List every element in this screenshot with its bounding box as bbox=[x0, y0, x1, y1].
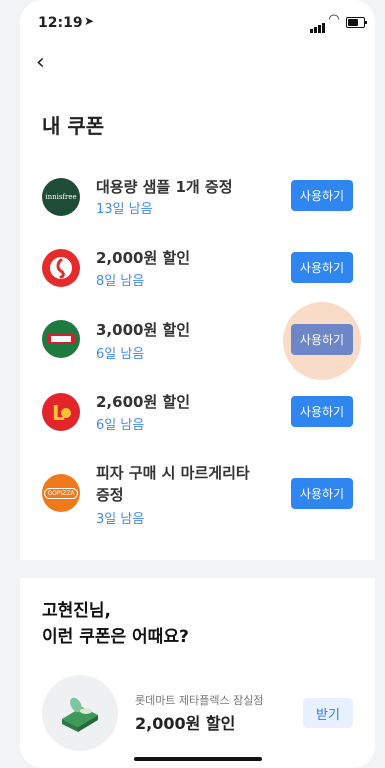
gopizza-logo: GOPIZZA bbox=[42, 474, 80, 512]
location-arrow-icon: ➤ bbox=[84, 14, 95, 28]
coupon-expiry: 8일 남음 bbox=[96, 274, 145, 289]
phone-screen: 12:19 ➤ ◠ ‹ 내 쿠폰 innisfree 대용량 샘플 1개 증정 … bbox=[20, 0, 375, 768]
recommend-heading: 고현진님, 이런 쿠폰은 어때요? bbox=[42, 598, 189, 650]
coupon-item[interactable]: innisfree 대용량 샘플 1개 증정 13일 남음 사용하기 bbox=[20, 170, 375, 234]
recommend-store: 롯데마트 제타플렉스 잠실점 bbox=[135, 694, 264, 707]
signal-icon bbox=[310, 17, 326, 33]
status-time: 12:19 bbox=[38, 15, 83, 31]
coupon-item[interactable]: 3,000원 할인 6일 남음 사용하기 bbox=[20, 318, 375, 382]
coupon-title: 2,000원 할인 bbox=[96, 249, 191, 267]
coupon-title: 2,600원 할인 bbox=[96, 393, 191, 411]
coupon-expiry: 6일 남음 bbox=[96, 418, 145, 433]
use-coupon-button[interactable]: 사용하기 bbox=[291, 324, 353, 355]
status-bar: 12:19 ➤ ◠ bbox=[20, 0, 375, 44]
innisfree-logo: innisfree bbox=[42, 178, 80, 216]
home-indicator[interactable] bbox=[134, 757, 262, 761]
wifi-icon: ◠ bbox=[329, 12, 339, 27]
battery-icon bbox=[346, 17, 367, 28]
brand-logo-icon bbox=[42, 249, 80, 287]
coupon-item[interactable]: GOPIZZA 피자 구매 시 마르게리타 증정 3일 남음 사용하기 bbox=[20, 462, 375, 532]
coupon-title: 3,000원 할인 bbox=[96, 321, 191, 339]
coupon-title: 대용량 샘플 1개 증정 bbox=[96, 178, 233, 196]
recommend-offer: 2,000원 할인 bbox=[135, 714, 236, 733]
coupon-expiry: 6일 남음 bbox=[96, 347, 145, 362]
get-coupon-button[interactable]: 받기 bbox=[303, 698, 353, 728]
recommend-heading-line2: 이런 쿠폰은 어때요? bbox=[42, 627, 189, 647]
recommend-heading-line1: 고현진님, bbox=[42, 601, 112, 621]
back-button[interactable]: ‹ bbox=[36, 50, 45, 75]
use-coupon-button[interactable]: 사용하기 bbox=[291, 180, 353, 211]
gum-pack-icon bbox=[62, 697, 98, 732]
coupon-item[interactable]: L 2,600원 할인 6일 남음 사용하기 bbox=[20, 390, 375, 454]
brand-logo-icon: L bbox=[42, 393, 80, 431]
page-title: 내 쿠폰 bbox=[42, 114, 105, 138]
use-coupon-button[interactable]: 사용하기 bbox=[291, 396, 353, 427]
coupon-item[interactable]: 2,000원 할인 8일 남음 사용하기 bbox=[20, 245, 375, 309]
product-image bbox=[42, 675, 118, 751]
krispy-kreme-logo bbox=[42, 320, 80, 358]
use-coupon-button[interactable]: 사용하기 bbox=[291, 478, 353, 509]
use-coupon-button[interactable]: 사용하기 bbox=[291, 252, 353, 283]
coupon-title: 피자 구매 시 마르게리타 bbox=[96, 464, 250, 482]
coupon-expiry: 3일 남음 bbox=[96, 512, 145, 527]
coupon-title-line2: 증정 bbox=[96, 486, 124, 504]
coupon-expiry: 13일 남음 bbox=[96, 202, 153, 217]
